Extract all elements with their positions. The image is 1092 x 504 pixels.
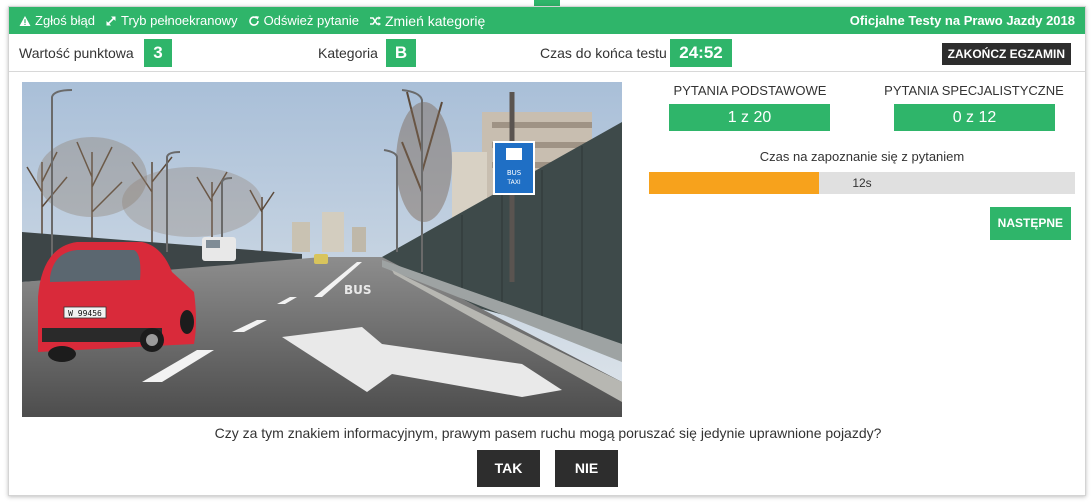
reading-time-label: Czas na zapoznanie się z pytaniem [759, 149, 965, 164]
road-marking-bus: BUS [344, 283, 372, 297]
warning-icon [19, 15, 31, 27]
reading-time-progress: 12s [649, 172, 1075, 194]
change-category-button[interactable]: Zmień kategorię [369, 13, 485, 29]
basic-questions-counter: 1 z 20 [669, 104, 830, 131]
points-label: Wartość punktowa [19, 45, 134, 61]
refresh-icon [248, 15, 260, 27]
refresh-question-button[interactable]: Odśwież pytanie [248, 13, 359, 28]
expand-icon [105, 15, 117, 27]
answer-yes-button[interactable]: TAK [477, 450, 540, 487]
report-error-label: Zgłoś błąd [35, 13, 95, 28]
reading-time-text: 12s [852, 176, 872, 190]
question-text: Czy za tym znakiem informacyjnym, prawym… [214, 425, 882, 441]
svg-text:TAXI: TAXI [506, 179, 520, 186]
question-photo: BUS BUS TAXI W 99456 [22, 82, 622, 417]
shuffle-icon [369, 15, 381, 27]
special-questions-label: PYTANIA SPECJALISTYCZNE [884, 83, 1064, 98]
points-value-badge: 3 [144, 39, 172, 67]
answer-no-button[interactable]: NIE [555, 450, 618, 487]
category-label: Kategoria [318, 45, 378, 61]
time-remaining-badge: 24:52 [670, 39, 732, 67]
refresh-question-label: Odśwież pytanie [263, 13, 359, 28]
fullscreen-button[interactable]: Tryb pełnoekranowy [105, 13, 238, 28]
end-exam-button[interactable]: ZAKOŃCZ EGZAMIN [941, 43, 1071, 65]
report-error-button[interactable]: Zgłoś błąd [19, 13, 95, 28]
next-button[interactable]: NASTĘPNE [989, 207, 1071, 240]
change-category-label: Zmień kategorię [384, 12, 486, 29]
license-plate: W 99456 [68, 309, 102, 318]
app-title: Oficjalne Testy na Prawo Jazdy 2018 [849, 13, 1075, 28]
svg-text:BUS: BUS [507, 169, 522, 177]
exam-info-bar: Wartość punktowa 3 Kategoria B Czas do k… [9, 34, 1085, 72]
special-questions-counter: 0 z 12 [894, 104, 1055, 131]
fullscreen-label: Tryb pełnoekranowy [120, 13, 238, 28]
category-value-badge: B [386, 39, 416, 67]
top-toolbar: Zgłoś błąd Tryb pełnoekranowy Odśwież py… [9, 7, 1085, 34]
basic-questions-label: PYTANIA PODSTAWOWE [673, 83, 827, 98]
time-remaining-label: Czas do końca testu [540, 45, 667, 61]
exam-window: Zgłoś błąd Tryb pełnoekranowy Odśwież py… [8, 6, 1086, 496]
